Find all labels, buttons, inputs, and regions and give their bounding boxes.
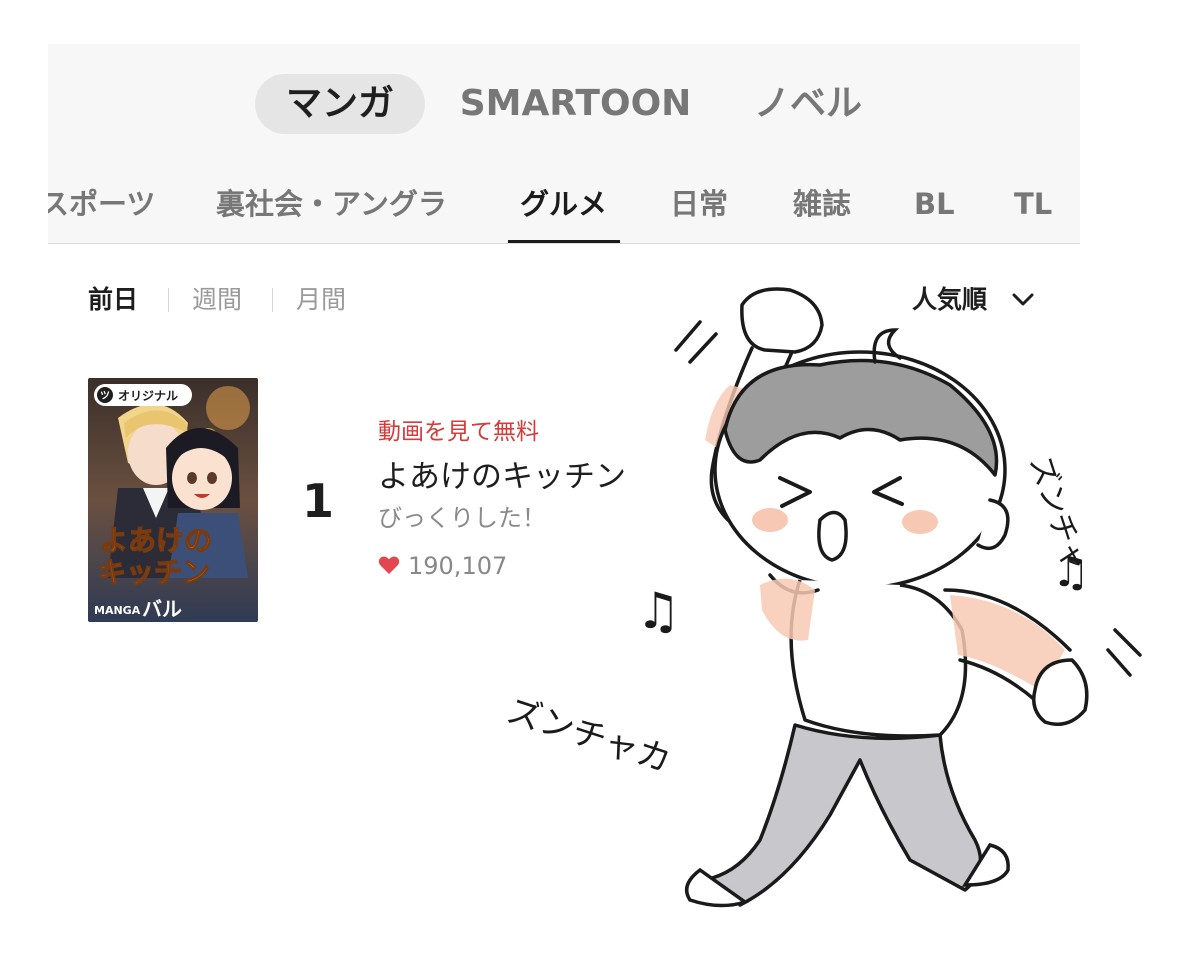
dancing-character-illustration: ♫ ♫ ズンチャ ズンチャカ [502, 287, 1142, 908]
music-note-icon: ♫ [636, 582, 681, 640]
sound-effect-text: ズンチャ [1022, 452, 1092, 577]
sound-effect-text: ズンチャカ [502, 691, 676, 781]
